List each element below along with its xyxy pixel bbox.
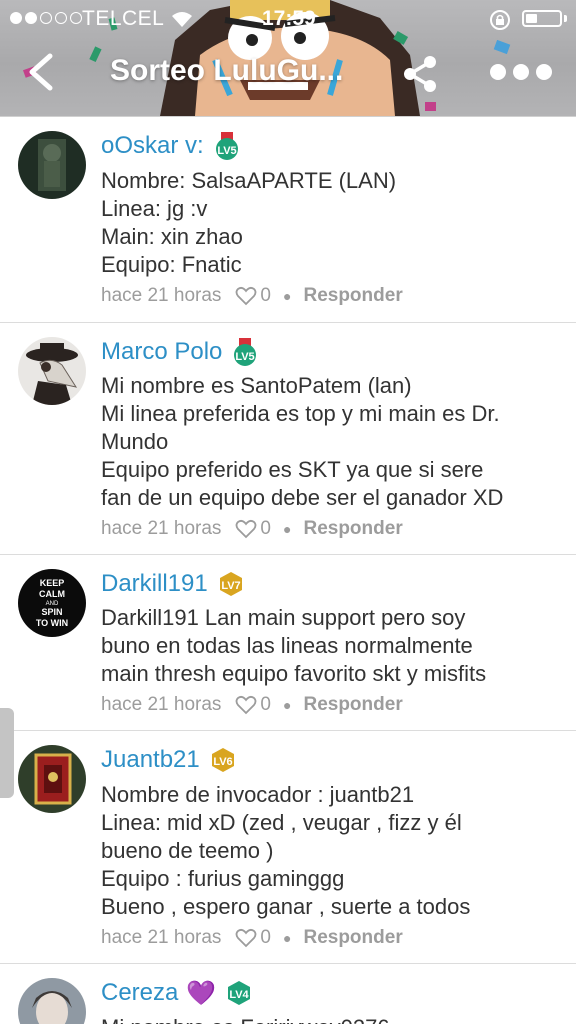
comment-line: Equipo: Fnatic	[101, 252, 242, 277]
svg-text:LV5: LV5	[236, 351, 255, 363]
comment-line: buno en todas las lineas normalmente	[101, 633, 473, 658]
comment-line: Equipo preferido es SKT ya que si sere	[101, 457, 484, 482]
level-badge-icon: LV5	[215, 132, 238, 160]
separator-dot: ●	[283, 521, 292, 537]
comment-line: fan de un equipo debe ser el ganador XD	[101, 485, 504, 510]
comment-line: Bueno , espero ganar , suerte a todos	[101, 894, 471, 919]
svg-text:TO WIN: TO WIN	[36, 618, 68, 628]
comment-item: Juantb21 LV6 Nombre de invocador : juant…	[0, 731, 576, 964]
like-count: 0	[260, 518, 271, 539]
comment-body: Mi nombre es SantoPatem (lan) Mi linea p…	[101, 372, 503, 512]
carrier-name: TELCEL	[82, 7, 165, 30]
comment-line: Nombre de invocador : juantb21	[101, 782, 415, 807]
separator-dot: ●	[283, 930, 292, 946]
share-icon[interactable]	[398, 52, 442, 96]
svg-text:SPIN: SPIN	[41, 607, 62, 617]
timestamp: hace 21 horas	[101, 285, 222, 306]
heart-icon[interactable]	[235, 695, 257, 715]
status-bar: TELCEL 17:59	[0, 0, 576, 38]
comment-body: Mi nombre es Feririvwey0276	[101, 1014, 390, 1024]
more-options-icon[interactable]	[490, 64, 552, 80]
avatar[interactable]	[18, 745, 86, 813]
comment-line: Main: xin zhao	[101, 224, 243, 249]
reply-button[interactable]: Responder	[303, 927, 402, 949]
heart-icon[interactable]	[235, 519, 257, 539]
timestamp: hace 21 horas	[101, 927, 222, 948]
comment-meta: hace 21 horas 0 ● Responder	[101, 694, 403, 716]
svg-text:LV4: LV4	[230, 989, 250, 1001]
comment-line: Nombre: SalsaAPARTE (LAN)	[101, 168, 397, 193]
level-badge-icon: LV6	[211, 748, 234, 772]
heart-icon[interactable]	[235, 286, 257, 306]
svg-text:CALM: CALM	[39, 589, 65, 599]
username[interactable]: Juantb21	[101, 746, 200, 774]
timestamp: hace 21 horas	[101, 694, 222, 715]
comment-line: Mundo	[101, 429, 169, 454]
username[interactable]: Darkill191	[101, 570, 208, 598]
level-badge-icon: LV4	[228, 981, 251, 1005]
comment-meta: hace 21 horas 0 ● Responder	[101, 285, 403, 307]
back-arrow-icon[interactable]	[22, 50, 62, 94]
level-badge-icon: LV5	[234, 338, 257, 366]
svg-text:LV5: LV5	[217, 145, 236, 157]
separator-dot: ●	[283, 288, 292, 304]
avatar[interactable]: KEEP CALM AND SPIN TO WIN	[18, 569, 86, 637]
clock: 17:59	[262, 7, 316, 30]
comment-line: Linea: jg :v	[101, 196, 208, 221]
comment-line: Mi nombre es SantoPatem (lan)	[101, 373, 412, 398]
username[interactable]: Marco Polo	[101, 338, 222, 366]
separator-dot: ●	[283, 697, 292, 713]
reply-button[interactable]: Responder	[303, 518, 402, 540]
comment-body: Nombre: SalsaAPARTE (LAN) Linea: jg :v M…	[101, 167, 396, 279]
side-drawer-handle[interactable]	[0, 708, 14, 798]
reply-button[interactable]: Responder	[303, 285, 402, 307]
comment-item: Cereza 💜 LV4 Mi nombre es Feririvwey0276	[0, 964, 576, 1024]
comment-line: main thresh equipo favorito skt y misfit…	[101, 661, 487, 686]
timestamp: hace 21 horas	[101, 518, 222, 539]
comment-body: Darkill191 Lan main support pero soy bun…	[101, 604, 486, 688]
post-header: TELCEL 17:59 Sorteo LuluGu...	[0, 0, 576, 117]
comment-item: Marco Polo LV5 Mi nombre es SantoPatem (…	[0, 323, 576, 555]
svg-text:LV7: LV7	[221, 580, 240, 592]
comment-line: Darkill191 Lan main support pero soy	[101, 605, 466, 630]
wifi-icon	[172, 12, 192, 27]
comment-body: Nombre de invocador : juantb21 Linea: mi…	[101, 781, 470, 921]
purple-heart-emoji: 💜	[186, 979, 217, 1007]
reply-button[interactable]: Responder	[303, 694, 402, 716]
heart-icon[interactable]	[235, 928, 257, 948]
username[interactable]: oOskar v:	[101, 132, 204, 160]
battery-tip	[564, 15, 567, 22]
comment-line: Mi nombre es Feririvwey0276	[101, 1014, 390, 1024]
like-count: 0	[260, 285, 271, 306]
comment-line: Linea: mid xD (zed , veugar , fizz y él	[101, 810, 462, 835]
level-badge-icon: LV7	[219, 572, 242, 596]
comment-item: oOskar v: LV5 Nombre: SalsaAPARTE (LAN) …	[0, 117, 576, 323]
signal-strength-icon	[10, 12, 82, 24]
avatar[interactable]	[18, 131, 86, 199]
comment-meta: hace 21 horas 0 ● Responder	[101, 927, 403, 949]
avatar[interactable]	[18, 978, 86, 1024]
comment-item: KEEP CALM AND SPIN TO WIN Darkill191 LV7…	[0, 555, 576, 731]
post-title: Sorteo LuluGu...	[110, 54, 344, 87]
comment-line: bueno de teemo )	[101, 838, 274, 863]
svg-text:LV6: LV6	[213, 756, 232, 768]
comment-line: Mi linea preferida es top y mi main es D…	[101, 401, 500, 426]
battery-icon	[522, 10, 562, 27]
like-count: 0	[260, 694, 271, 715]
svg-text:KEEP: KEEP	[40, 578, 65, 588]
like-count: 0	[260, 927, 271, 948]
rotation-lock-icon	[490, 10, 510, 30]
username[interactable]: Cereza	[101, 979, 178, 1007]
avatar[interactable]	[18, 337, 86, 405]
comment-meta: hace 21 horas 0 ● Responder	[101, 518, 403, 540]
comment-line: Equipo : furius gaminggg	[101, 866, 345, 891]
